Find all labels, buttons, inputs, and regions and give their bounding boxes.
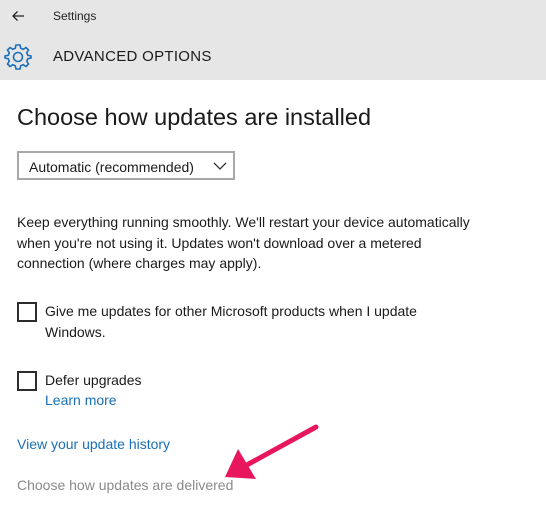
chevron-down-icon bbox=[213, 162, 227, 170]
back-button[interactable] bbox=[6, 5, 30, 27]
install-description: Keep everything running smoothly. We'll … bbox=[17, 214, 470, 271]
other-products-label: Give me updates for other Microsoft prod… bbox=[45, 303, 417, 340]
page-title: ADVANCED OPTIONS bbox=[53, 48, 212, 65]
defer-upgrades-checkbox[interactable] bbox=[17, 371, 37, 391]
defer-upgrades-label: Defer upgrades bbox=[45, 372, 142, 388]
back-arrow-icon bbox=[12, 11, 24, 21]
delivery-options-link[interactable]: Choose how updates are delivered bbox=[17, 477, 233, 493]
window-title: Settings bbox=[53, 9, 97, 23]
other-products-checkbox[interactable] bbox=[17, 302, 37, 322]
learn-more-link[interactable]: Learn more bbox=[45, 392, 117, 408]
update-history-link[interactable]: View your update history bbox=[17, 436, 170, 452]
install-mode-dropdown[interactable]: Automatic (recommended) bbox=[17, 151, 235, 180]
section-heading: Choose how updates are installed bbox=[17, 104, 372, 130]
title-bar: Settings bbox=[0, 0, 546, 34]
dropdown-selected-value: Automatic (recommended) bbox=[29, 159, 194, 175]
gear-icon bbox=[4, 44, 32, 70]
page-header: ADVANCED OPTIONS bbox=[0, 34, 546, 80]
